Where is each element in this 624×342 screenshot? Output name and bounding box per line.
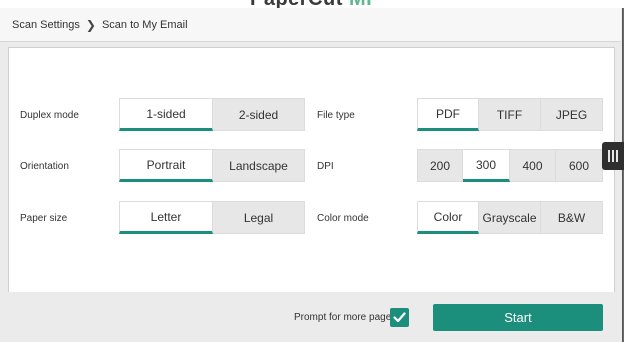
duplex-option-2-sided[interactable]: 2-sided [213, 98, 305, 131]
breadcrumb: Scan Settings ❯ Scan to My Email [0, 8, 621, 42]
dpi-label: DPI [317, 161, 334, 172]
duplex-selector: 1-sided 2-sided [119, 98, 305, 131]
chevron-right-icon: ❯ [85, 17, 96, 32]
color-mode-label: Color mode [317, 213, 369, 224]
paper-size-option-letter[interactable]: Letter [119, 201, 213, 234]
prompt-more-pages-checkbox[interactable] [390, 308, 409, 327]
file-type-selector-cont: JPEG [541, 98, 603, 131]
file-type-option-pdf[interactable]: PDF [417, 98, 479, 131]
dpi-option-400[interactable]: 400 [510, 149, 556, 182]
breadcrumb-current: Scan to My Email [101, 18, 188, 31]
duplex-label: Duplex mode [20, 110, 79, 121]
color-mode-option-color[interactable]: Color [417, 201, 479, 234]
paper-size-option-legal[interactable]: Legal [213, 201, 305, 234]
grip-icon [608, 150, 610, 162]
duplex-option-1-sided[interactable]: 1-sided [119, 98, 213, 131]
orientation-selector: Portrait Landscape [119, 149, 305, 182]
checkmark-icon [393, 312, 406, 323]
start-button[interactable]: Start [433, 304, 603, 331]
dpi-selector: 200 300 400 600 [417, 149, 603, 182]
file-type-option-jpeg[interactable]: JPEG [541, 98, 603, 131]
orientation-label: Orientation [20, 161, 69, 172]
color-mode-option-bw[interactable]: B&W [541, 201, 603, 234]
side-panel-handle[interactable] [602, 142, 624, 170]
prompt-more-pages-label: Prompt for more pages [294, 312, 397, 323]
dpi-option-600[interactable]: 600 [556, 149, 603, 182]
dpi-option-300[interactable]: 300 [463, 149, 510, 182]
scan-app: PaperCut MF Scan Settings ❯ Scan to My E… [0, 0, 624, 342]
dpi-option-200[interactable]: 200 [417, 149, 463, 182]
file-type-selector: PDF TIFF [417, 98, 541, 131]
orientation-option-landscape[interactable]: Landscape [213, 149, 305, 182]
orientation-option-portrait[interactable]: Portrait [119, 149, 213, 182]
color-mode-option-grayscale[interactable]: Grayscale [479, 201, 541, 234]
file-type-option-tiff[interactable]: TIFF [479, 98, 541, 131]
settings-panel: Duplex mode Orientation Paper size 1-sid… [8, 47, 615, 294]
file-type-label: File type [317, 110, 355, 121]
paper-size-selector: Letter Legal [119, 201, 305, 234]
breadcrumb-root[interactable]: Scan Settings [0, 19, 80, 31]
paper-size-label: Paper size [20, 213, 68, 224]
color-mode-selector: Color Grayscale B&W [417, 201, 603, 234]
